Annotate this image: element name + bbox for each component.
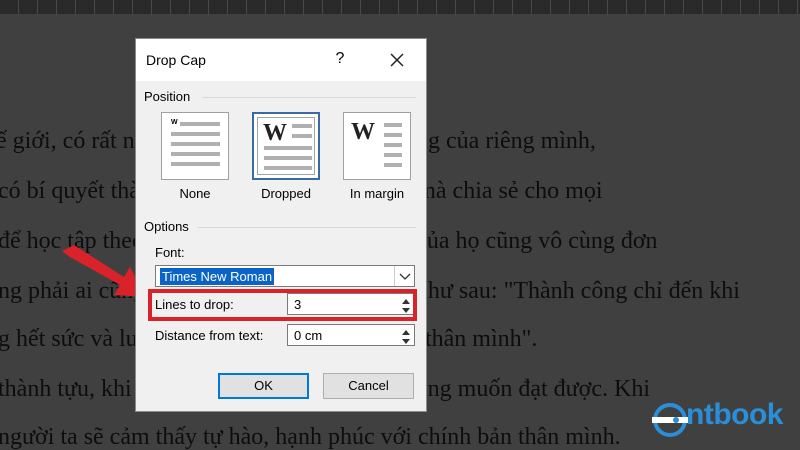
cancel-button[interactable]: Cancel: [323, 373, 414, 399]
font-label: Font:: [155, 245, 185, 260]
increment-arrow-icon[interactable]: [398, 325, 414, 335]
position-none-label: None: [179, 186, 211, 201]
preview-letter: W: [351, 119, 375, 145]
drop-cap-dialog: Drop Cap ? Position W None W Dropped W I…: [135, 38, 427, 412]
position-in-margin-label: In margin: [349, 186, 405, 201]
position-in-margin-option[interactable]: W In margin: [343, 112, 411, 201]
book-logo-icon: [652, 403, 688, 437]
watermark-brand-text: ntbook: [686, 398, 783, 431]
font-value: Times New Roman: [160, 268, 275, 285]
distance-from-text-stepper[interactable]: 0 cm: [287, 324, 415, 346]
close-button[interactable]: [382, 45, 412, 75]
preview-letter: W: [171, 119, 178, 126]
watermark-logo: ntbook: [650, 396, 796, 442]
position-none-option[interactable]: W None: [161, 112, 229, 201]
distance-from-text-label: Distance from text:: [155, 328, 264, 343]
dialog-titlebar: Drop Cap ?: [136, 39, 426, 81]
options-section-label: Options: [144, 219, 189, 234]
position-none-preview: W: [161, 112, 229, 180]
decrement-arrow-icon[interactable]: [398, 335, 414, 345]
horizontal-ruler: [0, 0, 800, 14]
font-dropdown[interactable]: Times New Roman: [155, 265, 415, 287]
preview-letter: W: [263, 120, 287, 146]
position-dropped-preview: W: [252, 112, 320, 180]
dialog-title: Drop Cap: [146, 52, 206, 68]
divider: [198, 227, 416, 228]
help-button[interactable]: ?: [326, 45, 354, 73]
close-icon: [390, 53, 404, 67]
divider: [202, 97, 416, 98]
ok-button[interactable]: OK: [218, 373, 309, 399]
chevron-down-icon[interactable]: [394, 266, 414, 286]
position-dropped-label: Dropped: [261, 186, 311, 201]
position-dropped-option[interactable]: W Dropped: [252, 112, 320, 201]
position-in-margin-preview: W: [343, 112, 411, 180]
distance-from-text-value[interactable]: 0 cm: [294, 328, 322, 343]
position-section-label: Position: [144, 89, 191, 104]
annotation-highlight-box: [148, 289, 417, 321]
